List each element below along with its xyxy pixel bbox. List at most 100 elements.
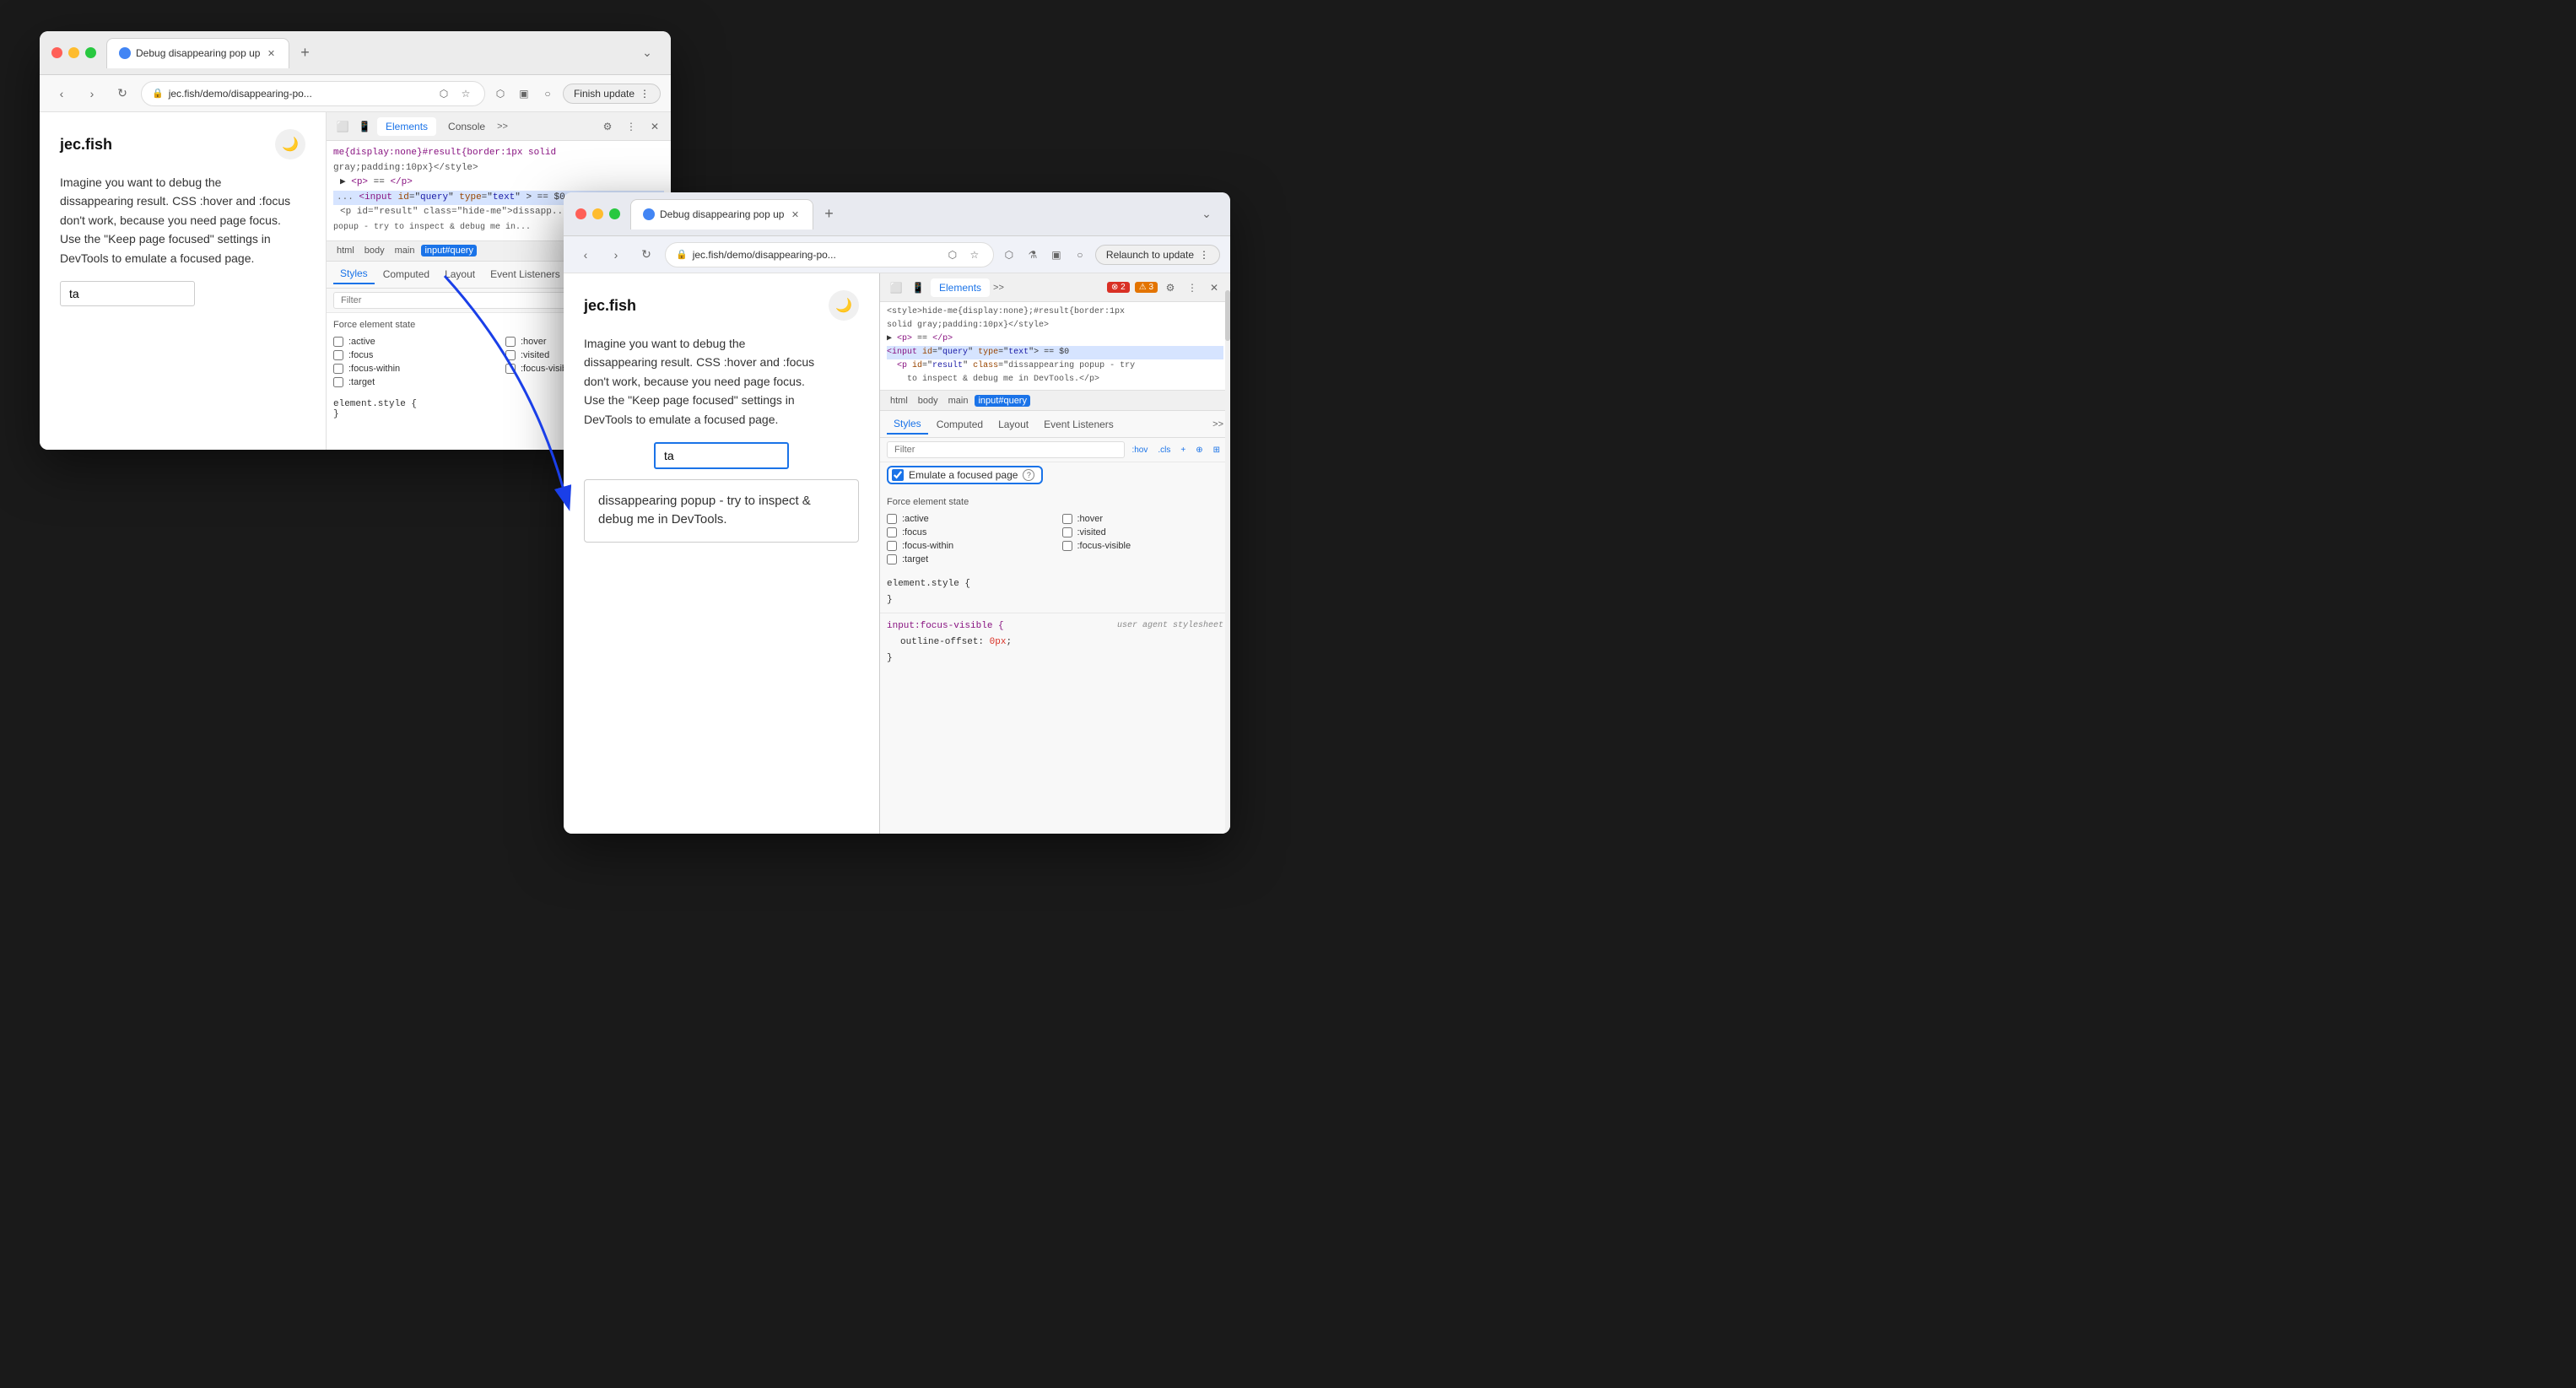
address-field-1[interactable]: 🔒 jec.fish/demo/disappearing-po... ⬡ ☆ [141, 81, 485, 106]
forward-button-1[interactable]: › [80, 82, 104, 105]
breadcrumb-main-2[interactable]: main [945, 395, 972, 407]
checkbox-focus-within-1[interactable] [333, 364, 343, 374]
scrollbar-2[interactable] [1225, 273, 1230, 834]
force-active-1[interactable]: :active [333, 337, 492, 347]
split-icon-1[interactable]: ▣ [516, 85, 532, 102]
force-focus-1[interactable]: :focus [333, 350, 492, 360]
breadcrumb-body-1[interactable]: body [361, 245, 388, 257]
event-listeners-tab-1[interactable]: Event Listeners [483, 265, 567, 284]
profile-icon-2[interactable]: ○ [1072, 246, 1088, 263]
layout-tab-1[interactable]: Layout [438, 265, 482, 284]
cast-icon-1[interactable]: ⬡ [435, 85, 452, 102]
help-icon[interactable]: ? [1023, 469, 1034, 481]
checkbox-active-2[interactable] [887, 514, 897, 524]
html-2-selected[interactable]: <input id="query" type="text"> == $0 [887, 346, 1223, 359]
query-input-2[interactable] [654, 442, 789, 469]
styles-more-2[interactable]: >> [1212, 419, 1223, 429]
split-icon-2[interactable]: ▣ [1048, 246, 1065, 263]
emulate-focused-checkbox[interactable] [892, 469, 904, 481]
cast-icon-2[interactable]: ⬡ [944, 246, 961, 263]
star-icon-1[interactable]: ☆ [457, 85, 474, 102]
devtools-more-tabs-1[interactable]: >> [497, 122, 508, 132]
devtools-more-tabs-2[interactable]: >> [993, 283, 1004, 293]
more-icon-1[interactable]: ⋮ [622, 117, 640, 136]
checkbox-target-2[interactable] [887, 554, 897, 564]
tab-close-2[interactable]: ✕ [789, 208, 801, 220]
breadcrumb-main-1[interactable]: main [392, 245, 419, 257]
tab-close-1[interactable]: ✕ [265, 47, 277, 59]
reload-button-1[interactable]: ↻ [111, 82, 134, 105]
settings-icon-1[interactable]: ⚙ [598, 117, 617, 136]
minimize-button-2[interactable] [592, 208, 603, 219]
computed-tab-1[interactable]: Computed [376, 265, 436, 284]
back-button-2[interactable]: ‹ [574, 243, 597, 267]
star-icon-2[interactable]: ☆ [966, 246, 983, 263]
checkbox-hover-1[interactable] [505, 337, 516, 347]
checkbox-hover-2[interactable] [1062, 514, 1072, 524]
tab-expand-1[interactable]: ⌄ [635, 41, 659, 65]
close-button-1[interactable] [51, 47, 62, 58]
inspector-icon-1[interactable]: ⬜ [333, 117, 352, 136]
grid-filter-2[interactable]: ⊞ [1210, 444, 1223, 456]
reload-button-2[interactable]: ↻ [635, 243, 658, 267]
checkbox-focus-within-2[interactable] [887, 541, 897, 551]
more-filter-2[interactable]: ⊕ [1192, 444, 1206, 456]
extension-icon-1[interactable]: ⬡ [492, 85, 509, 102]
forward-button-2[interactable]: › [604, 243, 628, 267]
checkbox-target-1[interactable] [333, 377, 343, 387]
breadcrumb-input-1[interactable]: input#query [421, 245, 477, 257]
styles-tab-1[interactable]: Styles [333, 264, 375, 284]
checkbox-focus-visible-2[interactable] [1062, 541, 1072, 551]
force-target-1[interactable]: :target [333, 377, 492, 387]
layout-tab-2[interactable]: Layout [991, 415, 1035, 434]
tab-2-active[interactable]: Debug disappearing pop up ✕ [630, 199, 813, 230]
tab-1-active[interactable]: Debug disappearing pop up ✕ [106, 38, 289, 68]
devtools-tab-elements-1[interactable]: Elements [377, 117, 436, 136]
event-listeners-tab-2[interactable]: Event Listeners [1037, 415, 1121, 434]
inspector-icon-2[interactable]: ⬜ [887, 278, 905, 297]
new-tab-button-1[interactable]: + [293, 41, 316, 65]
checkbox-visited-2[interactable] [1062, 527, 1072, 537]
checkbox-focus-2[interactable] [887, 527, 897, 537]
dark-mode-toggle-1[interactable]: 🌙 [275, 129, 305, 159]
device-icon-1[interactable]: 📱 [355, 117, 374, 136]
checkbox-focus-1[interactable] [333, 350, 343, 360]
breadcrumb-body-2[interactable]: body [915, 395, 942, 407]
breadcrumb-html-2[interactable]: html [887, 395, 911, 407]
breadcrumb-input-2[interactable]: input#query [975, 395, 1030, 407]
force-focus-visible-2[interactable]: :focus-visible [1062, 541, 1224, 551]
extension-icon-2[interactable]: ⬡ [1001, 246, 1018, 263]
checkbox-focus-visible-1[interactable] [505, 364, 516, 374]
scrollbar-thumb-2[interactable] [1225, 290, 1230, 341]
maximize-button-2[interactable] [609, 208, 620, 219]
plus-filter-2[interactable]: + [1177, 444, 1189, 456]
devtools-tab-elements-2[interactable]: Elements [931, 278, 990, 297]
maximize-button-1[interactable] [85, 47, 96, 58]
force-visited-2[interactable]: :visited [1062, 527, 1224, 537]
minimize-button-1[interactable] [68, 47, 79, 58]
breadcrumb-html-1[interactable]: html [333, 245, 358, 257]
filter-input-2[interactable] [887, 441, 1125, 458]
query-input-1[interactable] [60, 281, 195, 306]
styles-tab-2[interactable]: Styles [887, 414, 928, 435]
checkbox-visited-1[interactable] [505, 350, 516, 360]
settings-icon-2[interactable]: ⚙ [1161, 278, 1180, 297]
dark-mode-toggle-2[interactable]: 🌙 [829, 290, 859, 321]
force-active-2[interactable]: :active [887, 514, 1049, 524]
force-focus-within-1[interactable]: :focus-within [333, 364, 492, 374]
force-target-2[interactable]: :target [887, 554, 1049, 564]
devtools-tab-console-1[interactable]: Console [440, 117, 494, 136]
update-button-1[interactable]: Finish update ⋮ [563, 84, 661, 104]
close-devtools-2[interactable]: ✕ [1205, 278, 1223, 297]
new-tab-button-2[interactable]: + [817, 203, 840, 226]
close-devtools-1[interactable]: ✕ [645, 117, 664, 136]
profile-icon-1[interactable]: ○ [539, 85, 556, 102]
cls-filter-2[interactable]: .cls [1154, 444, 1174, 456]
checkbox-active-1[interactable] [333, 337, 343, 347]
address-field-2[interactable]: 🔒 jec.fish/demo/disappearing-po... ⬡ ☆ [665, 242, 994, 267]
force-hover-2[interactable]: :hover [1062, 514, 1224, 524]
back-button-1[interactable]: ‹ [50, 82, 73, 105]
filter-input-1[interactable] [333, 292, 583, 309]
force-focus-within-2[interactable]: :focus-within [887, 541, 1049, 551]
computed-tab-2[interactable]: Computed [930, 415, 990, 434]
